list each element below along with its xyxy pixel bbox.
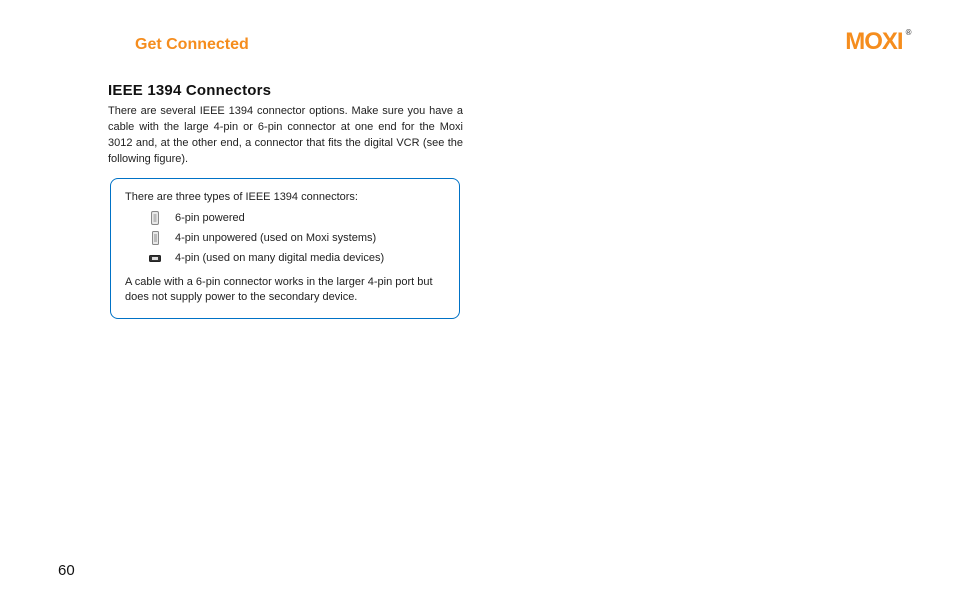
list-item: 4-pin (used on many digital media device… xyxy=(147,249,445,267)
logo: MOXI ® xyxy=(845,28,912,56)
connector-6pin-icon xyxy=(147,210,163,226)
callout-intro: There are three types of IEEE 1394 conne… xyxy=(125,191,445,203)
connector-4pin-small-icon xyxy=(147,250,163,266)
logo-text: MOXI xyxy=(845,28,902,55)
registered-mark-icon: ® xyxy=(906,28,912,37)
list-item-label: 4-pin unpowered (used on Moxi systems) xyxy=(175,232,376,244)
list-item: 6-pin powered xyxy=(147,209,445,227)
page-number: 60 xyxy=(58,562,75,579)
body-paragraph: There are several IEEE 1394 connector op… xyxy=(108,104,463,168)
list-item-label: 6-pin powered xyxy=(175,212,245,224)
list-item-label: 4-pin (used on many digital media device… xyxy=(175,252,384,264)
connector-list: 6-pin powered 4-pin unpowered (used on M… xyxy=(147,209,445,267)
callout-footer: A cable with a 6-pin connector works in … xyxy=(125,275,445,306)
section-header: Get Connected xyxy=(135,36,249,54)
connector-4pin-tall-icon xyxy=(147,230,163,246)
list-item: 4-pin unpowered (used on Moxi systems) xyxy=(147,229,445,247)
callout-box: There are three types of IEEE 1394 conne… xyxy=(110,178,460,319)
content-heading: IEEE 1394 Connectors xyxy=(108,82,271,99)
